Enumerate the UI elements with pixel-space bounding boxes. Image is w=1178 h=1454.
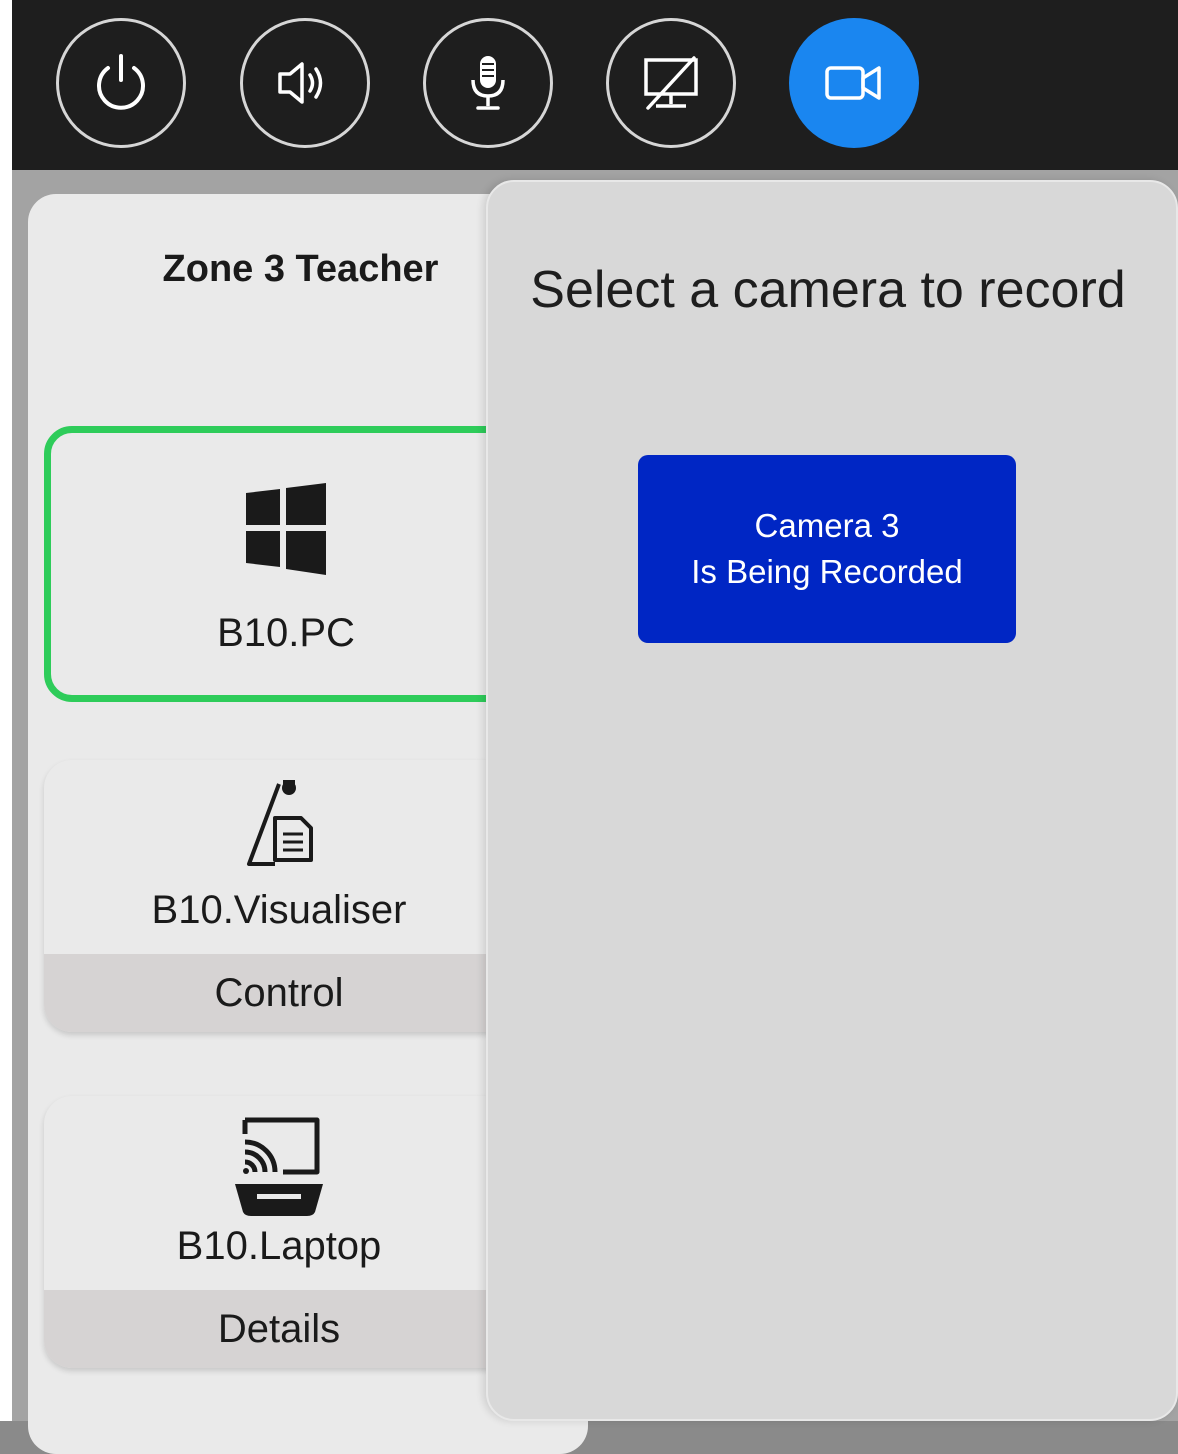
volume-button[interactable] (240, 18, 370, 148)
power-button[interactable] (56, 18, 186, 148)
video-camera-icon (825, 66, 881, 100)
power-icon (97, 54, 145, 110)
source-label: B10.Visualiser (151, 888, 407, 932)
speaker-icon (278, 62, 323, 104)
panel-title: Select a camera to record (530, 261, 1126, 319)
control-label: Control (214, 970, 344, 1015)
display-off-button[interactable] (606, 18, 736, 148)
microphone-button[interactable] (423, 18, 553, 148)
window-frame-edge (0, 0, 12, 1421)
top-toolbar (12, 0, 1178, 170)
camera-select-panel: Select a camera to record Camera 3 Is Be… (486, 180, 1178, 1421)
details-label: Details (217, 1306, 341, 1351)
windows-icon (51, 483, 521, 575)
camera-name: Camera 3 (754, 507, 900, 544)
source-label: B10.Laptop (176, 1224, 382, 1268)
visualiser-icon (44, 776, 514, 868)
laptop-cast-icon (44, 1108, 514, 1218)
source-label: B10.PC (217, 611, 355, 655)
camera-button[interactable] (789, 18, 919, 148)
display-off-icon (644, 56, 698, 110)
camera-3-record-button[interactable]: Camera 3 Is Being Recorded (638, 455, 1016, 643)
microphone-icon (471, 56, 505, 110)
recording-status: Is Being Recorded (691, 553, 963, 590)
